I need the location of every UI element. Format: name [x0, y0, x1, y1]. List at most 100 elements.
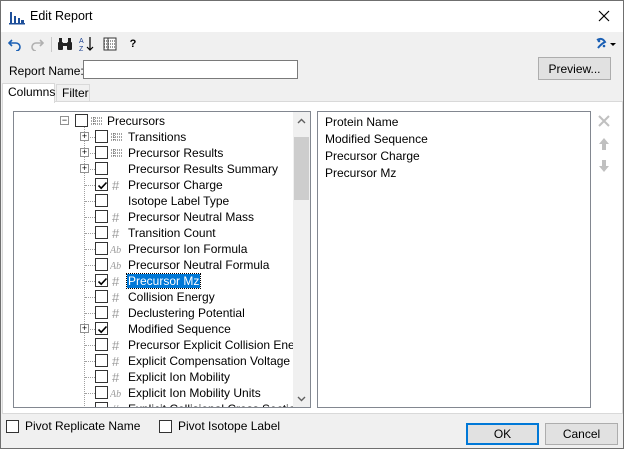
text-icon: Ab — [109, 242, 124, 256]
tree-connector — [85, 281, 95, 282]
column-tree-rows: − Precursors + Transitions + Precursor Result… — [14, 112, 294, 407]
svg-text:Z: Z — [79, 46, 84, 52]
report-name-input[interactable] — [83, 60, 298, 79]
svg-text:A: A — [79, 38, 84, 45]
tree-row[interactable]: # Precursor Explicit Collision Energy — [14, 337, 294, 353]
tree-row[interactable]: + Precursor Results Summary — [14, 161, 294, 177]
tree-checkbox[interactable] — [95, 130, 108, 143]
pivot-replicate-checkbox[interactable]: Pivot Replicate Name — [6, 419, 140, 433]
tree-checkbox[interactable] — [95, 274, 108, 287]
tree-row[interactable]: # Precursor Neutral Mass — [14, 209, 294, 225]
svg-text:#: # — [112, 306, 120, 320]
tree-vertical-scrollbar[interactable] — [293, 112, 310, 407]
svg-text:#: # — [112, 226, 120, 240]
checkbox-box[interactable] — [6, 419, 19, 433]
pivot-isotope-label: Pivot Isotope Label — [178, 419, 281, 433]
tab-filter[interactable]: Filter — [56, 84, 90, 102]
remove-column-button[interactable] — [596, 113, 612, 129]
add-dropdown-icon — [596, 37, 616, 49]
tree-row[interactable]: Isotope Label Type — [14, 193, 294, 209]
checkbox-box[interactable] — [159, 419, 172, 433]
tree-checkbox[interactable] — [95, 146, 108, 159]
list-item[interactable]: Protein Name — [325, 115, 398, 129]
tree-row[interactable]: + Precursor Results — [14, 145, 294, 161]
redo-button[interactable] — [28, 35, 46, 53]
cancel-button[interactable]: Cancel — [545, 423, 618, 445]
tree-item-label: Precursor Neutral Mass — [128, 210, 255, 224]
tree-row[interactable]: Ab Precursor Neutral Formula — [14, 257, 294, 273]
tree-checkbox[interactable] — [95, 162, 108, 175]
undo-button[interactable] — [6, 35, 24, 53]
number-icon: # — [110, 210, 124, 225]
svg-text:#: # — [112, 274, 120, 288]
tree-row[interactable]: Ab Precursor Ion Formula — [14, 241, 294, 257]
tab-columns[interactable]: Columns — [2, 83, 55, 103]
tree-row[interactable]: # Explicit Collisional Cross Section — [14, 401, 294, 407]
tree-row[interactable]: # Explicit Ion Mobility — [14, 369, 294, 385]
add-dropdown-button[interactable] — [594, 35, 618, 53]
preview-button[interactable]: Preview... — [538, 57, 611, 80]
help-button[interactable]: ? — [126, 35, 140, 53]
tree-checkbox[interactable] — [95, 226, 108, 239]
expand-icon[interactable]: + — [80, 132, 89, 141]
tree-row[interactable]: + Modified Sequence — [14, 321, 294, 337]
tree-checkbox[interactable] — [95, 338, 108, 351]
pivot-isotope-checkbox[interactable]: Pivot Isotope Label — [159, 419, 280, 433]
tree-row[interactable]: # Declustering Potential — [14, 305, 294, 321]
close-button[interactable] — [591, 4, 617, 28]
tree-item-label: Precursor Mz — [125, 273, 202, 289]
selected-columns-list[interactable]: Protein Name Modified Sequence Precursor… — [317, 111, 591, 408]
find-button[interactable] — [56, 35, 74, 53]
expand-icon[interactable]: + — [80, 148, 89, 157]
tree-item-label: Precursor Neutral Formula — [128, 258, 270, 272]
list-item[interactable]: Precursor Mz — [325, 166, 396, 180]
tree-row[interactable]: Ab Explicit Ion Mobility Units — [14, 385, 294, 401]
tree-checkbox[interactable] — [95, 290, 108, 303]
checkmark-icon — [97, 181, 108, 190]
scroll-down-button[interactable] — [293, 390, 310, 407]
scroll-thumb[interactable] — [294, 137, 309, 200]
expand-icon[interactable]: + — [80, 324, 89, 333]
tree-checkbox[interactable] — [95, 402, 108, 407]
tree-item-label: Precursors — [107, 114, 166, 128]
tree-checkbox[interactable] — [95, 194, 108, 207]
column-tree[interactable]: − Precursors + Transitions + Precursor Result… — [13, 111, 311, 408]
tree-checkbox[interactable] — [95, 306, 108, 319]
tree-row[interactable]: # Collision Energy — [14, 289, 294, 305]
list-item[interactable]: Modified Sequence — [325, 132, 428, 146]
columns-icon — [103, 37, 117, 51]
scroll-up-button[interactable] — [293, 112, 310, 129]
list-item[interactable]: Precursor Charge — [325, 149, 420, 163]
tree-checkbox[interactable] — [95, 370, 108, 383]
toolbar: A Z ? — [1, 32, 623, 56]
tree-row[interactable]: − Precursors — [14, 113, 294, 129]
number-icon: # — [110, 290, 124, 305]
collapse-icon[interactable]: − — [60, 116, 69, 125]
tree-checkbox[interactable] — [95, 242, 108, 255]
tree-checkbox[interactable] — [95, 386, 108, 399]
tree-checkbox[interactable] — [95, 354, 108, 367]
tree-row[interactable]: # Precursor Charge — [14, 177, 294, 193]
columns-button[interactable] — [101, 35, 119, 53]
tree-connector — [85, 313, 95, 314]
expand-icon[interactable]: + — [80, 164, 89, 173]
tree-row[interactable]: # Explicit Compensation Voltage — [14, 353, 294, 369]
tree-checkbox[interactable] — [75, 114, 88, 127]
skyline-app-icon — [9, 9, 25, 28]
tree-checkbox[interactable] — [95, 178, 108, 191]
ok-button[interactable]: OK — [466, 423, 539, 445]
tree-checkbox[interactable] — [95, 258, 108, 271]
move-up-button[interactable] — [596, 136, 612, 152]
tree-row[interactable]: # Precursor Mz — [14, 273, 294, 289]
tree-item-label: Precursor Results Summary — [128, 162, 279, 176]
tree-checkbox[interactable] — [95, 322, 108, 335]
svg-text:#: # — [112, 210, 120, 224]
edit-report-dialog: Edit Report A Z ? Report Name: Preview..… — [0, 0, 624, 449]
tree-row[interactable]: + Transitions — [14, 129, 294, 145]
move-down-button[interactable] — [596, 158, 612, 174]
tree-checkbox[interactable] — [95, 210, 108, 223]
sort-button[interactable]: A Z — [78, 35, 96, 53]
pivot-replicate-label: Pivot Replicate Name — [25, 419, 141, 433]
tree-row[interactable]: # Transition Count — [14, 225, 294, 241]
tree-connector — [85, 217, 95, 218]
